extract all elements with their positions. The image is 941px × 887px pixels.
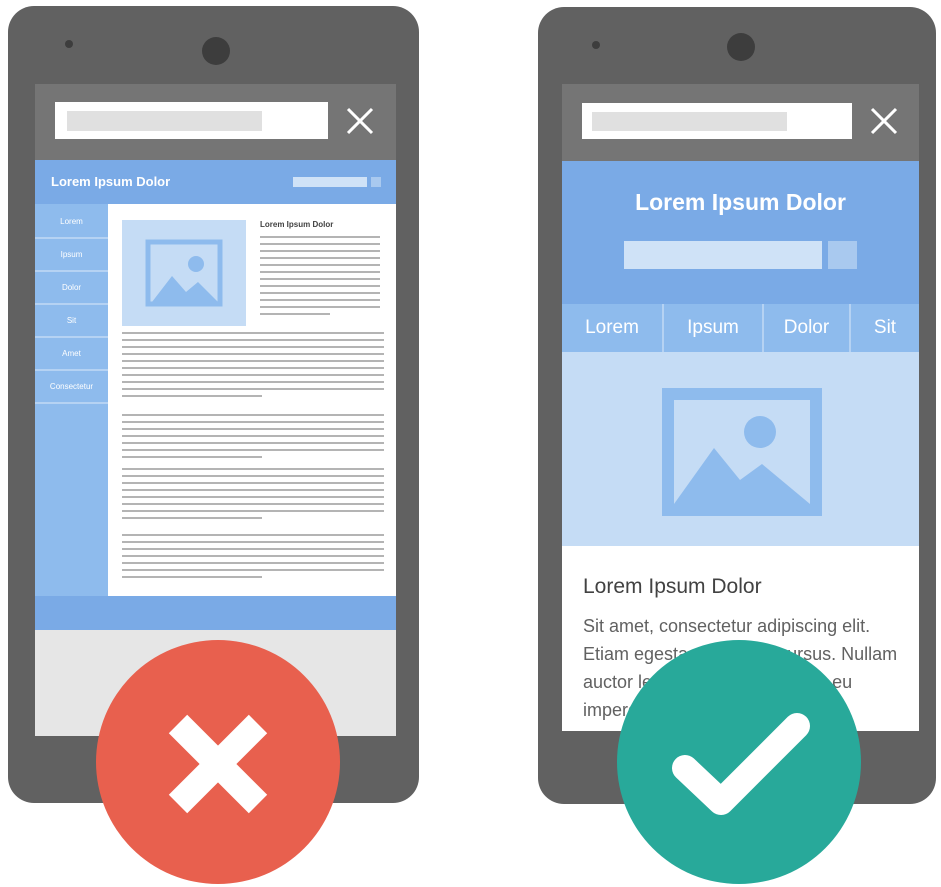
bad-phone-screen: Lorem Ipsum Dolor Lorem Ipsum Dolor Sit … bbox=[35, 84, 396, 736]
page-footer bbox=[35, 596, 396, 630]
hero-image bbox=[562, 352, 919, 546]
page-header: Lorem Ipsum Dolor bbox=[562, 161, 919, 304]
text-line bbox=[122, 388, 384, 390]
checkmark-icon bbox=[672, 713, 810, 815]
close-icon[interactable] bbox=[345, 106, 375, 136]
url-text-placeholder bbox=[592, 112, 787, 131]
phone-camera bbox=[202, 37, 230, 65]
text-line bbox=[260, 243, 380, 245]
text-line bbox=[122, 374, 384, 376]
text-line bbox=[122, 339, 384, 341]
sidebar: Lorem Ipsum Dolor Sit Amet Consectetur bbox=[35, 204, 108, 596]
phone-camera bbox=[727, 33, 755, 61]
close-icon[interactable] bbox=[869, 106, 899, 136]
tab-bar: Lorem Ipsum Dolor Sit bbox=[562, 304, 919, 352]
text-line bbox=[122, 562, 384, 564]
text-line bbox=[122, 555, 384, 557]
tab-sit[interactable]: Sit bbox=[851, 304, 919, 352]
url-input[interactable] bbox=[582, 103, 852, 139]
text-line bbox=[122, 381, 384, 383]
phone-sensor bbox=[65, 40, 73, 48]
text-line bbox=[122, 496, 384, 498]
text-line bbox=[122, 503, 384, 505]
tab-ipsum[interactable]: Ipsum bbox=[664, 304, 764, 352]
text-line bbox=[122, 510, 384, 512]
text-line bbox=[122, 435, 384, 437]
text-line bbox=[122, 475, 384, 477]
text-line bbox=[122, 449, 384, 451]
text-line bbox=[122, 346, 384, 348]
text-line bbox=[260, 285, 380, 287]
text-line bbox=[260, 278, 380, 280]
article-heading: Lorem Ipsum Dolor bbox=[260, 220, 334, 229]
phone-sensor bbox=[592, 41, 600, 49]
text-line bbox=[122, 482, 384, 484]
good-badge bbox=[617, 640, 861, 884]
url-text-placeholder bbox=[67, 111, 262, 131]
text-line bbox=[260, 236, 380, 238]
content-area: Lorem Ipsum Dolor bbox=[108, 204, 396, 596]
text-line bbox=[122, 569, 384, 571]
sidebar-item-sit[interactable]: Sit bbox=[35, 305, 108, 338]
sidebar-item-ipsum[interactable]: Ipsum bbox=[35, 239, 108, 272]
text-line bbox=[260, 271, 380, 273]
text-line bbox=[122, 421, 384, 423]
page-title: Lorem Ipsum Dolor bbox=[635, 189, 846, 215]
sidebar-item-dolor[interactable]: Dolor bbox=[35, 272, 108, 305]
x-icon bbox=[168, 714, 268, 814]
sidebar-item-lorem[interactable]: Lorem bbox=[35, 206, 108, 239]
text-line bbox=[122, 468, 384, 470]
text-line bbox=[122, 442, 384, 444]
tab-lorem[interactable]: Lorem bbox=[562, 304, 664, 352]
url-bar bbox=[562, 84, 919, 161]
sidebar-item-consectetur[interactable]: Consectetur bbox=[35, 371, 108, 404]
text-line bbox=[260, 257, 380, 259]
text-line bbox=[122, 353, 384, 355]
text-line bbox=[122, 489, 384, 491]
page-header: Lorem Ipsum Dolor bbox=[35, 160, 396, 204]
article-heading: Lorem Ipsum Dolor bbox=[583, 575, 762, 598]
text-line bbox=[122, 456, 262, 458]
text-line bbox=[122, 541, 384, 543]
search-button[interactable] bbox=[828, 241, 857, 269]
sidebar-item-amet[interactable]: Amet bbox=[35, 338, 108, 371]
text-line bbox=[122, 548, 384, 550]
image-placeholder bbox=[122, 220, 246, 326]
tab-dolor[interactable]: Dolor bbox=[764, 304, 851, 352]
page-title: Lorem Ipsum Dolor bbox=[51, 174, 171, 189]
search-input[interactable] bbox=[624, 241, 822, 269]
text-line bbox=[122, 332, 384, 334]
text-line bbox=[122, 360, 384, 362]
text-line bbox=[122, 428, 384, 430]
bad-badge bbox=[96, 640, 340, 884]
text-line bbox=[260, 313, 330, 315]
text-line bbox=[122, 367, 384, 369]
text-line bbox=[260, 250, 380, 252]
header-search-bar[interactable] bbox=[293, 177, 367, 187]
text-line bbox=[122, 534, 384, 536]
text-line bbox=[122, 517, 262, 519]
good-phone-screen: Lorem Ipsum Dolor Lorem Ipsum Dolor Sit … bbox=[562, 84, 919, 731]
image-icon bbox=[145, 239, 223, 307]
url-input[interactable] bbox=[55, 102, 328, 139]
text-line bbox=[122, 414, 384, 416]
text-line bbox=[260, 264, 380, 266]
text-line bbox=[122, 395, 262, 397]
url-bar bbox=[35, 84, 396, 160]
text-line bbox=[260, 299, 380, 301]
header-search-button[interactable] bbox=[371, 177, 381, 187]
text-line bbox=[122, 576, 262, 578]
image-icon bbox=[662, 388, 822, 516]
text-line bbox=[260, 306, 380, 308]
text-line bbox=[260, 292, 380, 294]
